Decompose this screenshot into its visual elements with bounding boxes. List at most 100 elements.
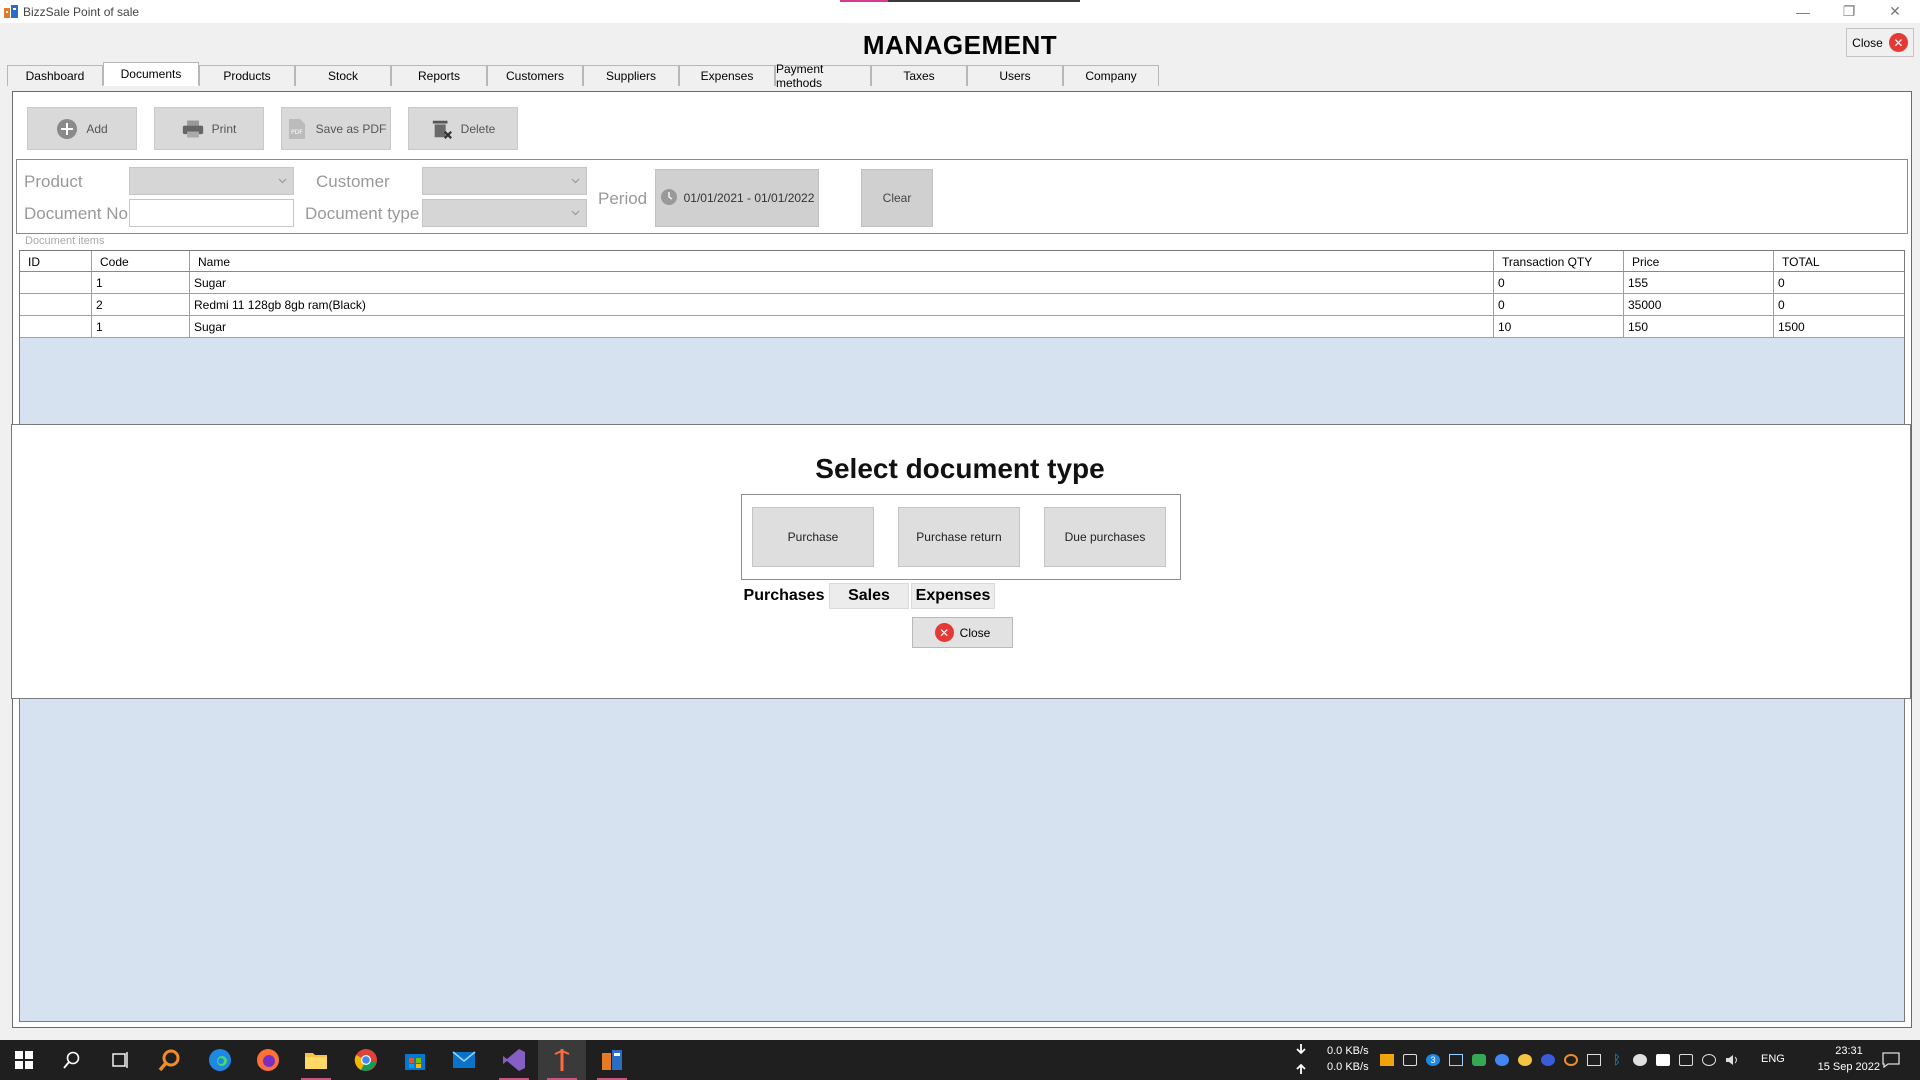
delete-label: Delete — [460, 121, 496, 136]
tab-taxes[interactable]: Taxes — [871, 65, 967, 86]
document-no-label: Document No — [24, 204, 128, 223]
column-header-transaction-qty[interactable]: Transaction QTY — [1494, 251, 1624, 271]
cell-total: 0 — [1778, 298, 1785, 312]
search-button[interactable] — [48, 1040, 96, 1080]
tab-products[interactable]: Products — [199, 65, 295, 86]
visual-studio-icon — [503, 1049, 525, 1071]
tray-badge-icon[interactable]: 3 — [1426, 1054, 1440, 1066]
tray-display-icon[interactable] — [1449, 1054, 1463, 1066]
tab-purchases[interactable]: Purchases — [741, 583, 827, 609]
cell-qty: 0 — [1494, 294, 1624, 315]
tray-network-monitor-icon[interactable] — [1541, 1054, 1555, 1066]
save-as-pdf-button[interactable]: PDF Save as PDF — [281, 107, 391, 150]
column-header-name[interactable]: Name — [190, 251, 1494, 271]
taskbar: 0.0 KB/s 0.0 KB/s 3 ᛒ ENG 23:31 15 Sep 2… — [0, 1040, 1920, 1080]
clock-icon — [660, 188, 678, 209]
download-arrow-icon — [1296, 1044, 1306, 1055]
delete-button[interactable]: Delete — [408, 107, 518, 150]
clear-button[interactable]: Clear — [861, 169, 933, 227]
taskbar-app-firefox[interactable] — [244, 1040, 292, 1080]
purchase-button[interactable]: Purchase — [752, 507, 874, 567]
notification-center-icon[interactable] — [1882, 1052, 1900, 1068]
cell-name: Redmi 11 128gb 8gb ram(Black) — [190, 294, 1494, 315]
taskbar-app-pos[interactable] — [588, 1040, 636, 1080]
tab-expenses-category[interactable]: Expenses — [911, 583, 995, 609]
speaker-icon[interactable] — [1725, 1054, 1739, 1066]
chevron-down-icon — [278, 178, 287, 184]
due-purchases-button[interactable]: Due purchases — [1044, 507, 1166, 567]
taskbar-app-search[interactable] — [146, 1040, 194, 1080]
column-header-id[interactable]: ID — [20, 251, 92, 271]
taskbar-app-mail[interactable] — [440, 1040, 488, 1080]
tray-chrome-icon[interactable] — [1495, 1054, 1509, 1066]
period-label: Period — [598, 189, 648, 208]
battery-icon[interactable] — [1679, 1054, 1693, 1066]
tab-expenses[interactable]: Expenses — [679, 65, 775, 86]
purchase-return-button[interactable]: Purchase return — [898, 507, 1020, 567]
chrome-icon — [354, 1049, 377, 1071]
tab-payment-methods[interactable]: Payment methods — [775, 62, 871, 90]
close-label: Close — [1852, 35, 1883, 50]
tray-cloud-icon[interactable] — [1472, 1054, 1486, 1066]
tray-camera-icon[interactable] — [1403, 1054, 1417, 1066]
task-view-button[interactable] — [96, 1040, 144, 1080]
globe-network-icon[interactable] — [1702, 1054, 1716, 1066]
taskbar-app-store[interactable] — [391, 1040, 439, 1080]
tab-suppliers[interactable]: Suppliers — [583, 65, 679, 86]
tray-app-icon[interactable] — [1380, 1054, 1394, 1066]
tab-users[interactable]: Users — [967, 65, 1063, 86]
period-picker-button[interactable]: 01/01/2021 - 01/01/2022 — [655, 169, 819, 227]
chevron-down-icon — [571, 210, 580, 216]
taskbar-app-file-explorer[interactable] — [292, 1040, 340, 1080]
customer-combobox[interactable] — [422, 167, 587, 195]
close-dialog-button[interactable]: ✕ Close — [912, 617, 1013, 648]
column-header-total[interactable]: TOTAL — [1774, 251, 1904, 271]
cell-price: 35000 — [1624, 294, 1774, 315]
bluetooth-icon[interactable]: ᛒ — [1610, 1053, 1624, 1066]
table-row[interactable]: 1 Sugar 10 150 1500 — [20, 316, 1904, 338]
document-type-combobox[interactable] — [422, 199, 587, 227]
taskbar-app-chrome[interactable] — [342, 1040, 390, 1080]
taskbar-app-visual-studio[interactable] — [490, 1040, 538, 1080]
close-management-button[interactable]: Close ✕ — [1846, 28, 1914, 57]
tab-stock[interactable]: Stock — [295, 65, 391, 86]
store-icon — [405, 1054, 425, 1070]
svg-text:PDF: PDF — [291, 129, 303, 136]
clock-time[interactable]: 23:31 — [1818, 1045, 1880, 1057]
tab-customers[interactable]: Customers — [487, 65, 583, 86]
tab-reports[interactable]: Reports — [391, 65, 487, 86]
print-button[interactable]: Print — [154, 107, 264, 150]
tray-window-icon[interactable] — [1587, 1054, 1601, 1066]
taskbar-app-bizzsale[interactable] — [538, 1040, 586, 1080]
clock-date[interactable]: 15 Sep 2022 — [1794, 1061, 1880, 1073]
cell-qty: 10 — [1494, 316, 1624, 337]
cell-id — [20, 272, 92, 293]
cell-qty: 0 — [1494, 272, 1624, 293]
tab-company[interactable]: Company — [1063, 65, 1159, 86]
column-header-code[interactable]: Code — [92, 251, 190, 271]
tray-update-icon[interactable] — [1518, 1054, 1532, 1066]
input-language-indicator[interactable]: ENG — [1761, 1053, 1785, 1065]
start-button[interactable] — [0, 1040, 48, 1080]
cell-price: 150 — [1624, 316, 1774, 337]
tab-documents[interactable]: Documents — [103, 62, 199, 86]
tray-search-icon[interactable] — [1564, 1054, 1578, 1066]
column-header-price[interactable]: Price — [1624, 251, 1774, 271]
product-combobox[interactable] — [129, 167, 294, 195]
document-no-input[interactable] — [129, 199, 294, 227]
tray-security-icon[interactable] — [1656, 1054, 1670, 1066]
minimize-button[interactable]: — — [1780, 0, 1826, 23]
tab-sales[interactable]: Sales — [829, 583, 909, 609]
taskbar-app-edge[interactable] — [196, 1040, 244, 1080]
cell-code: 1 — [92, 316, 190, 337]
table-row[interactable]: 2 Redmi 11 128gb 8gb ram(Black) 0 35000 … — [20, 294, 1904, 316]
add-button[interactable]: Add — [27, 107, 137, 150]
tray-clock-icon[interactable] — [1633, 1054, 1647, 1066]
table-row[interactable]: 1 Sugar 0 155 0 — [20, 272, 1904, 294]
document-type-label: Document type — [305, 204, 420, 223]
window-close-button[interactable]: ✕ — [1872, 0, 1918, 23]
tab-dashboard[interactable]: Dashboard — [7, 65, 103, 86]
restore-button[interactable]: ❐ — [1826, 0, 1872, 23]
dialog-title: Select document type — [815, 453, 1105, 484]
close-icon: ✕ — [934, 623, 954, 642]
